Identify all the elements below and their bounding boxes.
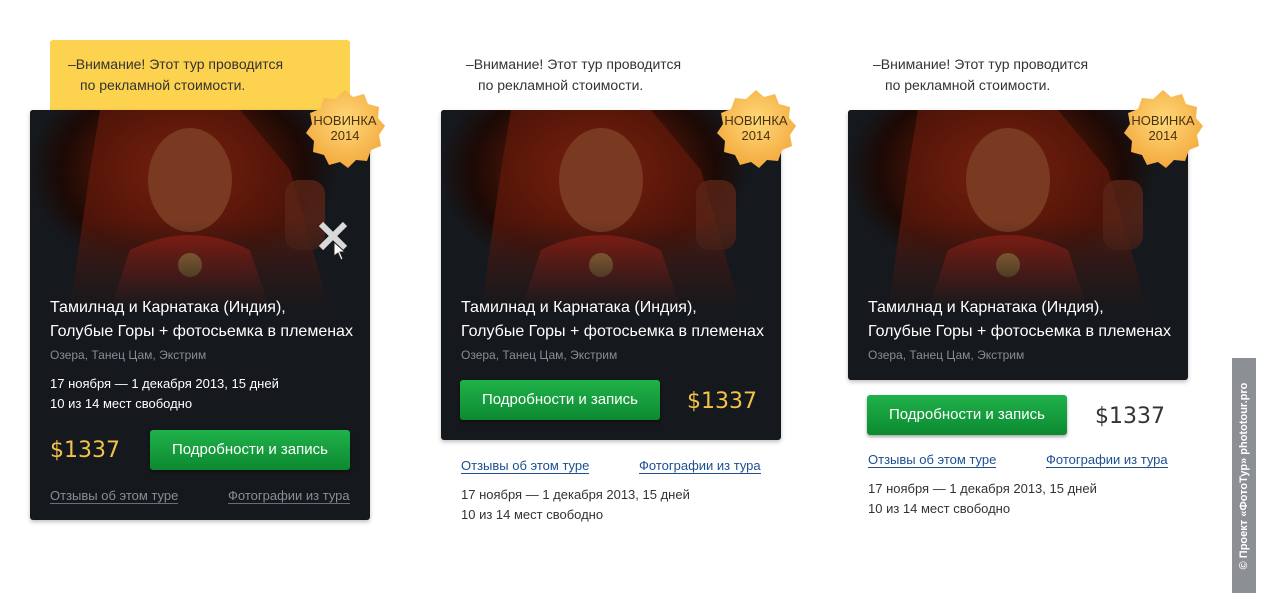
tour-title: Тамилнад и Карнатака (Индия), Голубые Го… (50, 299, 353, 340)
details-signup-button[interactable]: Подробности и запись (867, 395, 1067, 435)
tour-title: Тамилнад и Карнатака (Индия), Голубые Го… (868, 299, 1171, 340)
tour-price: $1337 (50, 438, 120, 463)
copyright-caption: © Проект «ФотоТур» phototour.pro (1232, 358, 1256, 593)
reviews-link[interactable]: Отзывы об этом туре (868, 452, 997, 468)
tour-price: $1337 (1095, 404, 1165, 429)
tour-price: $1337 (687, 389, 757, 414)
tour-dates: 17 ноября — 1 декабря 2013, 15 дней 10 и… (50, 376, 279, 411)
new-badge-icon: НОВИНКА 2014 (1121, 88, 1205, 172)
tour-dates: 17 ноября — 1 декабря 2013, 15 дней 10 и… (868, 481, 1097, 516)
promo-notice-2: –Внимание! Этот тур проводится по реклам… (466, 56, 682, 93)
reviews-link[interactable]: Отзывы об этом туре (50, 488, 179, 504)
tour-tags: Озера, Танец Цам, Экстрим (50, 348, 207, 362)
tour-tags: Озера, Танец Цам, Экстрим (868, 348, 1025, 362)
tour-title: Тамилнад и Карнатака (Индия), Голубые Го… (461, 299, 764, 340)
tour-tags: Озера, Танец Цам, Экстрим (461, 348, 618, 362)
tour-dates: 17 ноября — 1 декабря 2013, 15 дней 10 и… (461, 487, 690, 522)
details-signup-button[interactable]: Подробности и запись (150, 430, 350, 470)
promo-notice-3: –Внимание! Этот тур проводится по реклам… (873, 56, 1089, 93)
details-signup-button[interactable]: Подробности и запись (460, 380, 660, 420)
photos-link[interactable]: Фотографии из тура (228, 488, 350, 504)
close-icon[interactable] (315, 220, 351, 267)
photos-link[interactable]: Фотографии из тура (639, 458, 761, 474)
photos-link[interactable]: Фотографии из тура (1046, 452, 1168, 468)
new-badge-icon: НОВИНКА 2014 (303, 88, 387, 172)
reviews-link[interactable]: Отзывы об этом туре (461, 458, 590, 474)
new-badge-icon: НОВИНКА 2014 (714, 88, 798, 172)
